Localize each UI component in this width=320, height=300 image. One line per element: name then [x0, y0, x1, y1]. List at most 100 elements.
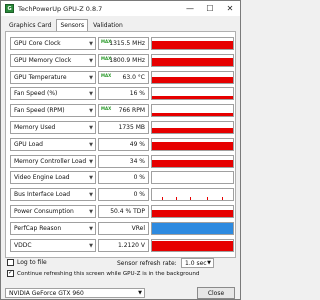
- graph-spike: [176, 197, 177, 201]
- sensor-row: Memory Controller Load ▼ 34 %: [10, 154, 234, 169]
- maximize-button[interactable]: ☐: [200, 1, 220, 16]
- sensor-value: 50.4 % TDP: [98, 205, 149, 218]
- graph-fill: [152, 96, 233, 100]
- tab-sensors[interactable]: Sensors: [56, 19, 89, 31]
- sensor-label[interactable]: PerfCap Reason ▼: [10, 221, 96, 235]
- graph-spike: [207, 197, 208, 201]
- sensor-row: GPU Core Clock ▼ 1315.5 MHz MAX: [10, 37, 234, 51]
- sensor-label[interactable]: VDDC ▼: [10, 238, 96, 252]
- graph-spike: [190, 197, 191, 201]
- max-indicator: MAX: [101, 106, 112, 112]
- sensor-value-text: 0 %: [133, 191, 145, 199]
- chevron-down-icon: ▼: [89, 74, 93, 81]
- chevron-down-icon: ▼: [89, 41, 93, 47]
- sensor-value-text: 1315.5 MHz: [109, 40, 145, 47]
- chevron-down-icon: ▼: [89, 141, 93, 148]
- gpu-select-value: NVIDIA GeForce GTX 960: [9, 289, 84, 297]
- chevron-down-icon: ▼: [89, 57, 93, 64]
- sensor-graph: [151, 238, 234, 252]
- sensor-graph: [151, 37, 234, 50]
- sensor-value: 1800.9 MHz MAX: [98, 53, 149, 67]
- sensor-value: 766 RPM MAX: [98, 104, 149, 118]
- tab-validation[interactable]: Validation: [89, 19, 127, 31]
- max-indicator: MAX: [101, 55, 112, 61]
- sensor-row: Bus Interface Load ▼ 0 %: [10, 188, 234, 202]
- graph-fill: [152, 210, 233, 217]
- sensor-graph: [151, 87, 234, 101]
- continue-refresh-checkbox[interactable]: [7, 269, 14, 277]
- graph-fill: [152, 57, 233, 66]
- title-bar: G TechPowerUp GPU-Z 0.8.7 — ☐ ✕: [1, 1, 240, 16]
- chevron-down-icon: ▼: [89, 125, 93, 131]
- sensor-value-text: 766 RPM: [118, 107, 145, 115]
- graph-fill: [152, 41, 233, 49]
- minimize-button[interactable]: —: [180, 1, 200, 16]
- sensor-label[interactable]: GPU Temperature ▼: [10, 70, 96, 84]
- sensor-value: 63.0 °C MAX: [98, 70, 149, 84]
- sensor-graph: [151, 121, 234, 134]
- sensor-value-text: 1.2120 V: [117, 241, 145, 249]
- graph-fill: [152, 222, 233, 234]
- chevron-down-icon: ▼: [89, 91, 93, 98]
- gpuz-app-icon: G: [5, 4, 14, 13]
- sensor-label[interactable]: Bus Interface Load ▼: [10, 188, 96, 202]
- sensor-row: GPU Load ▼ 49 %: [10, 137, 234, 152]
- sensor-value: 1.2120 V: [98, 238, 149, 252]
- sensors-panel: GPU Core Clock ▼ 1315.5 MHz MAX GPU Memory C…: [5, 31, 236, 258]
- sensor-label[interactable]: Fan Speed (%) ▼: [10, 87, 96, 101]
- gpu-select[interactable]: NVIDIA GeForce GTX 960 ▼: [5, 288, 145, 298]
- sensor-row: Power Consumption ▼ 50.4 % TDP: [10, 205, 234, 219]
- graph-spike: [222, 197, 223, 201]
- tab-graphics-card[interactable]: Graphics Card: [5, 19, 55, 31]
- sensor-label[interactable]: GPU Core Clock ▼: [10, 37, 96, 50]
- sensor-label[interactable]: Video Engine Load ▼: [10, 171, 96, 185]
- sensor-value-text: 1735 MB: [118, 124, 145, 131]
- graph-fill: [152, 159, 233, 167]
- continue-refresh-label: Continue refreshing this screen while GP…: [17, 270, 200, 277]
- sensor-label[interactable]: Memory Used ▼: [10, 121, 96, 134]
- sensor-value: 0 %: [98, 171, 149, 185]
- chevron-down-icon: ▼: [138, 290, 142, 296]
- sensor-graph: [151, 53, 234, 67]
- graph-fill: [152, 141, 233, 150]
- close-window-button[interactable]: ✕: [220, 1, 240, 16]
- sensor-graph: [151, 154, 234, 168]
- sensor-value: 1735 MB: [98, 121, 149, 134]
- gpuz-window: G TechPowerUp GPU-Z 0.8.7 — ☐ ✕ Graphics…: [0, 0, 241, 300]
- sensor-value: 1315.5 MHz MAX: [98, 37, 149, 50]
- chevron-down-icon: ▼: [89, 209, 93, 215]
- sensor-label[interactable]: Memory Controller Load ▼: [10, 154, 96, 168]
- sensor-label[interactable]: GPU Memory Clock ▼: [10, 53, 96, 67]
- chevron-down-icon: ▼: [89, 242, 93, 249]
- chevron-down-icon: ▼: [89, 158, 93, 165]
- continue-refresh-option[interactable]: Continue refreshing this screen while GP…: [7, 269, 235, 277]
- sensor-row: GPU Temperature ▼ 63.0 °C MAX: [10, 70, 234, 85]
- sensor-graph: [151, 205, 234, 218]
- sensor-value-text: VRel: [131, 224, 145, 232]
- sensor-value: 49 %: [98, 137, 149, 151]
- sensor-value-text: 63.0 °C: [122, 73, 145, 81]
- log-to-file-checkbox[interactable]: [7, 259, 14, 266]
- chevron-down-icon: ▼: [89, 225, 93, 232]
- log-to-file-option[interactable]: Log to file: [7, 259, 47, 266]
- graph-fill: [152, 128, 233, 133]
- sensor-row: Memory Used ▼ 1735 MB: [10, 121, 234, 135]
- sensor-label[interactable]: GPU Load ▼: [10, 137, 96, 151]
- sensor-label[interactable]: Fan Speed (RPM) ▼: [10, 104, 96, 118]
- sensor-value-text: 1800.9 MHz: [109, 56, 145, 64]
- refresh-rate-select[interactable]: 1.0 sec ▼: [181, 258, 214, 268]
- sensor-value: 16 %: [98, 87, 149, 101]
- sensor-value-text: 16 %: [129, 90, 145, 98]
- sensor-row: PerfCap Reason ▼ VRel: [10, 221, 234, 236]
- sensor-label[interactable]: Power Consumption ▼: [10, 205, 96, 218]
- sensor-graph: [151, 188, 234, 202]
- sensor-value-text: 50.4 % TDP: [110, 208, 145, 215]
- refresh-rate-value: 1.0 sec: [185, 259, 207, 267]
- window-title: TechPowerUp GPU-Z 0.8.7: [18, 4, 103, 13]
- sensor-value-text: 34 %: [129, 157, 145, 165]
- sensor-graph: [151, 104, 234, 118]
- chevron-down-icon: ▼: [89, 175, 93, 182]
- sensor-graph: [151, 70, 234, 84]
- close-button[interactable]: Close: [197, 287, 235, 299]
- sensor-value-text: 0 %: [133, 174, 145, 182]
